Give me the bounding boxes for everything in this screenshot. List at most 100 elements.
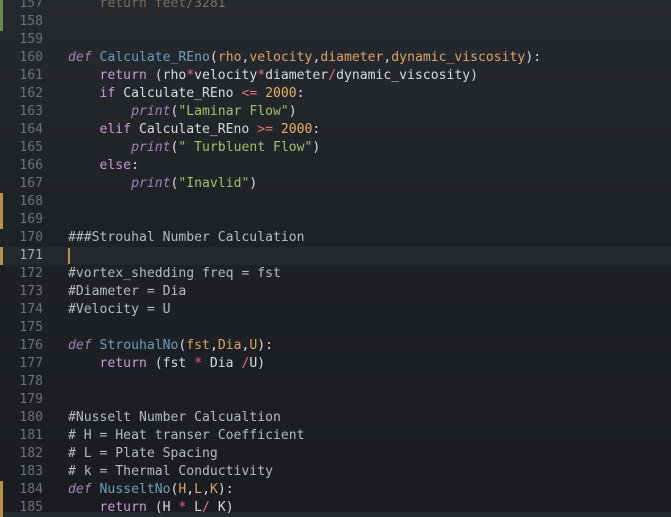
code-line-183[interactable]: 183 # k = Thermal Conductivity bbox=[0, 463, 671, 481]
code-token: ) bbox=[312, 140, 321, 155]
line-number: 185 bbox=[19, 500, 43, 515]
code-token: NusseltNo bbox=[99, 482, 171, 497]
code-editor[interactable]: 157 return feet/3281 158 159 160 def Calcula… bbox=[0, 0, 671, 517]
code-text: def StrouhalNo(fst,Dia,U): bbox=[68, 337, 273, 355]
code-token: print bbox=[131, 140, 171, 155]
code-line-164[interactable]: 164 elif Calculate_REno >= 2000: bbox=[0, 121, 671, 139]
code-token: Dia bbox=[217, 338, 242, 353]
line-number: 172 bbox=[19, 266, 43, 281]
code-token: (H bbox=[154, 500, 179, 515]
code-token: #Nusselt Number Calcualtion bbox=[68, 410, 281, 425]
code-text: elif Calculate_REno >= 2000: bbox=[68, 121, 321, 139]
code-text: if Calculate_REno <= 2000: bbox=[68, 85, 305, 103]
code-token: velocity bbox=[249, 50, 313, 65]
code-text: return feet/3281 bbox=[68, 0, 226, 13]
code-token: def bbox=[68, 338, 92, 353]
code-line-167[interactable]: 167 print("Inavlid") bbox=[0, 175, 671, 193]
code-text: def NusseltNo(H,L,K): bbox=[68, 481, 234, 499]
code-token: * bbox=[194, 356, 203, 371]
code-text: # k = Thermal Conductivity bbox=[68, 463, 273, 481]
code-token: rho bbox=[217, 50, 242, 65]
code-area[interactable]: 157 return feet/3281 158 159 160 def Calcula… bbox=[0, 0, 671, 517]
line-number: 170 bbox=[19, 230, 43, 245]
code-token: Calculate_REno bbox=[138, 122, 258, 137]
code-line-173[interactable]: 173 #Diameter = Dia bbox=[0, 283, 671, 301]
code-token: ): bbox=[525, 50, 542, 65]
code-token: #Diameter = Dia bbox=[68, 284, 187, 299]
line-number: 158 bbox=[19, 14, 43, 29]
code-line-184[interactable]: 184 def NusseltNo(H,L,K): bbox=[0, 481, 671, 499]
code-line-165[interactable]: 165 print(" Turbluent Flow") bbox=[0, 139, 671, 157]
code-token: def bbox=[68, 482, 92, 497]
code-token: : bbox=[312, 122, 321, 137]
code-token: print bbox=[131, 176, 171, 191]
code-token: , bbox=[209, 338, 218, 353]
code-line-174[interactable]: 174 #Velocity = U bbox=[0, 301, 671, 319]
code-token: return feet/3281 bbox=[68, 0, 226, 11]
line-number: 175 bbox=[19, 320, 43, 335]
code-line-172[interactable]: 172 #vortex_shedding freq = fst bbox=[0, 265, 671, 283]
line-number: 182 bbox=[19, 446, 43, 461]
code-token: dynamic_viscosity) bbox=[336, 68, 478, 83]
line-number: 161 bbox=[19, 68, 43, 83]
code-token: fst bbox=[186, 338, 210, 353]
code-text: else: bbox=[68, 157, 139, 175]
code-token: dynamic_viscosity bbox=[391, 50, 526, 65]
code-token: #vortex_shedding freq = fst bbox=[68, 266, 281, 281]
line-number: 171 bbox=[19, 248, 43, 263]
line-number: 167 bbox=[19, 176, 43, 191]
code-token: (rho bbox=[154, 68, 187, 83]
code-token: ) bbox=[249, 176, 258, 191]
code-line-163[interactable]: 163 print("Laminar Flow") bbox=[0, 103, 671, 121]
code-line-181[interactable]: 181 # H = Heat transer Coefficient bbox=[0, 427, 671, 445]
code-token: Dia bbox=[202, 356, 242, 371]
code-line-185[interactable]: 185 return (H * L/ K) bbox=[0, 499, 671, 517]
code-line-179[interactable]: 179 bbox=[0, 391, 671, 409]
code-line-175[interactable]: 175 bbox=[0, 319, 671, 337]
line-number: 169 bbox=[19, 212, 43, 227]
code-token: K bbox=[209, 482, 218, 497]
code-token: K) bbox=[209, 500, 234, 515]
code-token: StrouhalNo bbox=[99, 338, 179, 353]
code-line-168[interactable]: 168 bbox=[0, 193, 671, 211]
code-line-178[interactable]: 178 bbox=[0, 373, 671, 391]
code-token: Calculate_REno bbox=[99, 50, 210, 65]
text-cursor bbox=[68, 248, 70, 264]
line-number: 183 bbox=[19, 464, 43, 479]
code-line-158[interactable]: 158 bbox=[0, 13, 671, 31]
code-line-176[interactable]: 176 def StrouhalNo(fst,Dia,U): bbox=[0, 337, 671, 355]
code-line-157[interactable]: 157 return feet/3281 bbox=[0, 0, 671, 13]
line-number: 178 bbox=[19, 374, 43, 389]
code-line-170[interactable]: 170 ###Strouhal Number Calculation bbox=[0, 229, 671, 247]
line-number: 165 bbox=[19, 140, 43, 155]
code-text: ###Strouhal Number Calculation bbox=[68, 229, 305, 247]
code-line-180[interactable]: 180 #Nusselt Number Calcualtion bbox=[0, 409, 671, 427]
code-line-160[interactable]: 160 def Calculate_REno(rho,velocity,diame… bbox=[0, 49, 671, 67]
code-token: return bbox=[68, 68, 155, 83]
code-line-177[interactable]: 177 return (fst * Dia /U) bbox=[0, 355, 671, 373]
code-token: L bbox=[186, 500, 203, 515]
code-line-161[interactable]: 161 return (rho*velocity*diameter/dynami… bbox=[0, 67, 671, 85]
code-token: return bbox=[68, 500, 155, 515]
code-text: print(" Turbluent Flow") bbox=[68, 139, 320, 157]
code-text: return (fst * Dia /U) bbox=[68, 355, 266, 373]
code-line-162[interactable]: 162 if Calculate_REno <= 2000: bbox=[0, 85, 671, 103]
code-line-169[interactable]: 169 bbox=[0, 211, 671, 229]
code-token: def bbox=[68, 50, 92, 65]
modified-line-marker bbox=[0, 193, 3, 229]
line-number: 157 bbox=[19, 0, 43, 11]
code-token: * bbox=[186, 68, 195, 83]
code-token: velocity bbox=[194, 68, 258, 83]
code-line-171[interactable]: 171 bbox=[0, 247, 671, 265]
code-line-182[interactable]: 182 # L = Plate Spacing bbox=[0, 445, 671, 463]
line-number: 166 bbox=[19, 158, 43, 173]
code-line-159[interactable]: 159 bbox=[0, 31, 671, 49]
code-token: , bbox=[186, 482, 195, 497]
code-token: ###Strouhal Number Calculation bbox=[68, 230, 305, 245]
code-token: # L = Plate Spacing bbox=[68, 446, 218, 461]
code-line-166[interactable]: 166 else: bbox=[0, 157, 671, 175]
